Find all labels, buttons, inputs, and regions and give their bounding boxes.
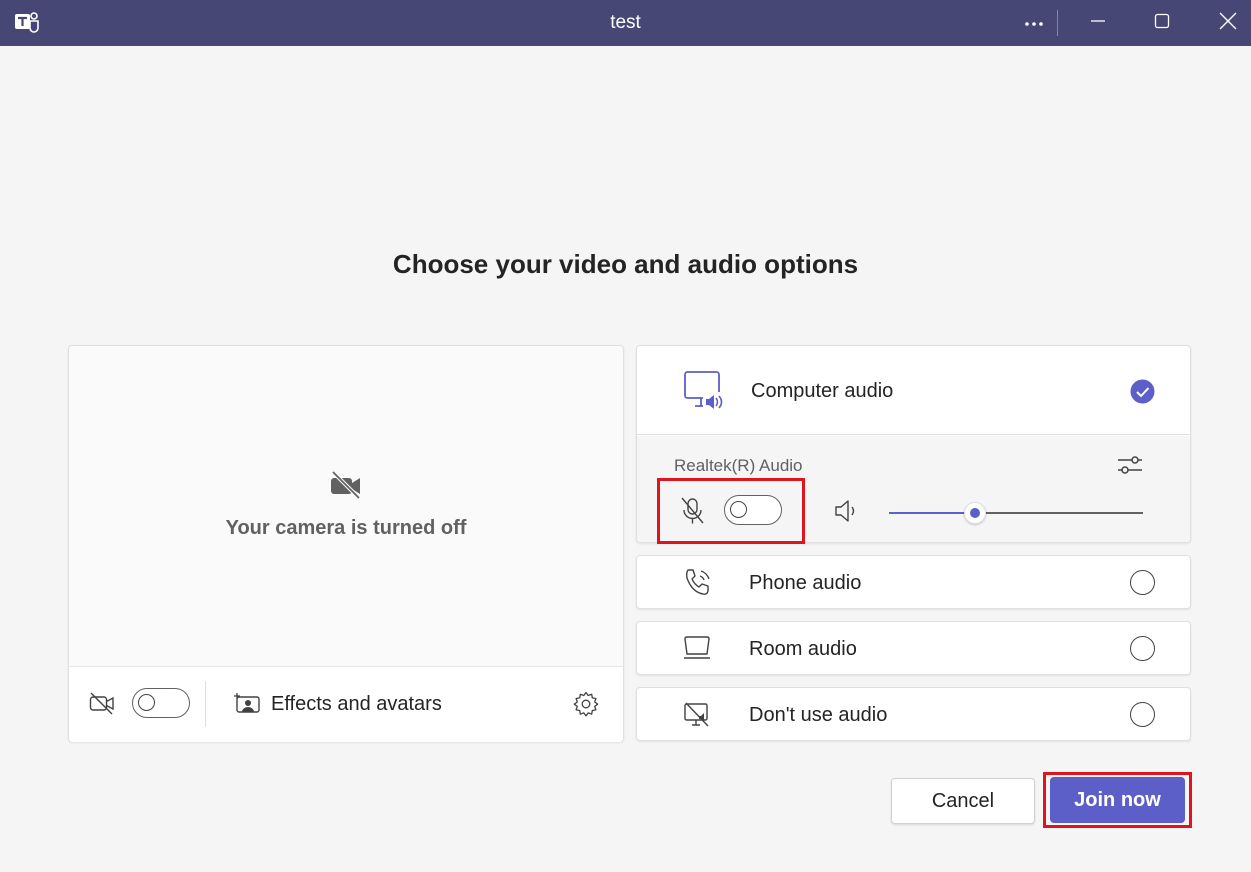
computer-audio-option[interactable]: Computer audio [637, 346, 1190, 435]
cancel-button[interactable]: Cancel [891, 778, 1035, 824]
camera-preview-panel: Your camera is turned off Effects and av… [68, 345, 624, 742]
camera-toolbar: Effects and avatars [69, 666, 623, 742]
device-settings-icon[interactable] [1116, 451, 1144, 479]
close-icon [1219, 12, 1237, 35]
effects-icon[interactable] [233, 692, 261, 714]
title-bar-divider [1057, 10, 1058, 36]
gear-icon[interactable] [572, 690, 600, 718]
close-button[interactable] [1200, 0, 1251, 46]
computer-audio-label: Computer audio [751, 380, 894, 402]
page-title: Choose your video and audio options [392, 249, 859, 279]
speaker-icon [834, 498, 860, 524]
room-audio-label: Room audio [749, 638, 857, 660]
phone-audio-label: Phone audio [749, 572, 862, 594]
toolbar-divider [205, 681, 206, 727]
computer-audio-card: Computer audio Realtek(R) Audio [636, 345, 1191, 544]
audio-device-area: Realtek(R) Audio [637, 436, 1190, 544]
more-options-icon [1024, 14, 1044, 32]
audio-device-name: Realtek(R) Audio [674, 456, 803, 475]
maximize-icon [1154, 13, 1170, 34]
volume-slider-thumb[interactable] [964, 502, 987, 524]
computer-audio-icon [683, 370, 723, 412]
microphone-off-icon [681, 497, 705, 525]
room-audio-radio[interactable] [1130, 636, 1155, 661]
camera-off-icon [330, 470, 362, 500]
no-audio-option[interactable]: Don't use audio [636, 687, 1191, 741]
effects-and-avatars-button[interactable]: Effects and avatars [271, 693, 442, 716]
more-options-button[interactable] [1006, 0, 1062, 46]
minimize-icon [1090, 13, 1106, 34]
minimize-button[interactable] [1070, 0, 1126, 46]
camera-icon [89, 691, 115, 715]
window-title: test [610, 12, 641, 33]
no-audio-icon [682, 700, 712, 730]
phone-audio-option[interactable]: Phone audio [636, 555, 1191, 609]
phone-audio-radio[interactable] [1130, 570, 1155, 595]
room-audio-option[interactable]: Room audio [636, 621, 1191, 675]
no-audio-radio[interactable] [1130, 702, 1155, 727]
no-audio-label: Don't use audio [749, 704, 888, 726]
microphone-toggle[interactable] [724, 495, 782, 525]
join-now-highlight: Join now [1043, 772, 1192, 828]
volume-slider[interactable] [889, 502, 1143, 524]
checkmark-icon [1130, 379, 1155, 404]
camera-toggle[interactable] [132, 688, 190, 718]
join-now-button[interactable]: Join now [1050, 777, 1185, 823]
camera-status-text: Your camera is turned off [225, 517, 467, 539]
phone-audio-icon [682, 568, 712, 598]
title-bar: test [0, 0, 1251, 46]
room-audio-icon [682, 634, 712, 664]
maximize-button[interactable] [1134, 0, 1190, 46]
microphone-control-group [657, 478, 805, 544]
